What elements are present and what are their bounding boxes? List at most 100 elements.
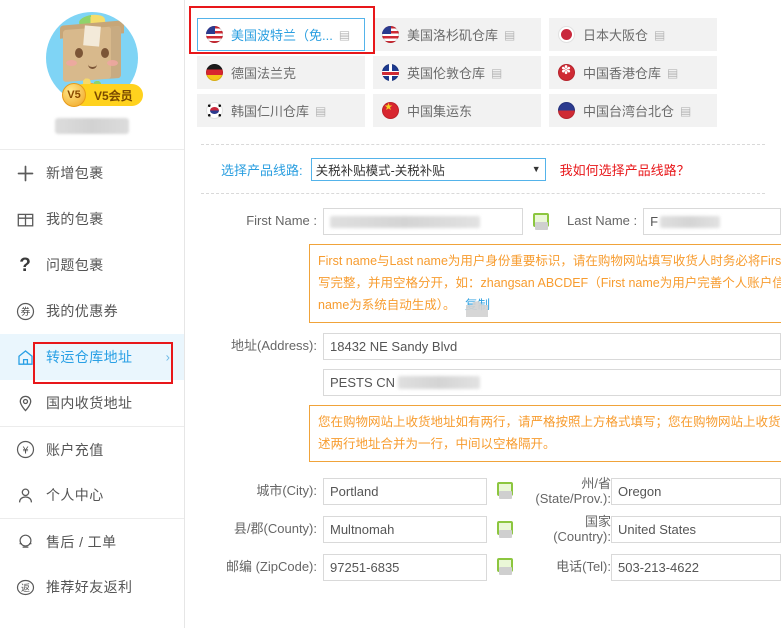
warehouse-tab-us-portland[interactable]: 美国波特兰（免... ▤ xyxy=(197,18,365,51)
warehouse-tab-label: 日本大阪仓 xyxy=(583,28,649,43)
address-label: 地址(Address): xyxy=(231,338,317,354)
avatar-eye-left xyxy=(75,48,83,58)
sidebar-item-after-sales[interactable]: 售后 / 工单 xyxy=(0,518,184,564)
country-label: 国家(Country): xyxy=(553,514,611,544)
warehouse-tab-label: 美国洛杉矶仓库 xyxy=(407,28,499,43)
state-label: 州/省 (State/Prov.): xyxy=(535,476,611,506)
sidebar-item-label: 个人中心 xyxy=(46,487,104,503)
zipcode-input[interactable]: 97251-6835 xyxy=(323,553,487,581)
plus-icon xyxy=(14,162,36,184)
last-name-label: Last Name : xyxy=(567,213,638,229)
warehouse-tab-cn-consolidation[interactable]: 中国集运东 xyxy=(373,94,541,127)
product-line-help-link[interactable]: 我如何选择产品线路？ xyxy=(560,160,690,179)
warehouse-tab-label: 英国伦敦仓库 xyxy=(407,66,486,81)
vip-coin-icon: V5 xyxy=(62,83,86,107)
book-icon[interactable]: ▤ xyxy=(491,66,502,80)
first-name-label: First Name : xyxy=(246,213,317,229)
state-input[interactable]: Oregon xyxy=(611,477,781,505)
sidebar-item-label: 账户充值 xyxy=(46,441,104,458)
address-line1-value: 18432 NE Sandy Blvd xyxy=(330,339,458,354)
sidebar-item-warehouse-address[interactable]: 转运仓库地址 › xyxy=(0,334,184,380)
main-content: 美国波特兰（免... ▤ 美国洛杉矶仓库 ▤ 日本大阪仓 ▤ 德国法兰克 英国伦… xyxy=(185,0,781,628)
warehouse-tab-cn-hongkong[interactable]: 中国香港仓库 ▤ xyxy=(549,56,717,89)
last-name-group: Last Name : F xyxy=(567,208,781,235)
sidebar-item-new-package[interactable]: 新增包裹 xyxy=(0,150,184,196)
flag-kr-icon xyxy=(206,102,223,119)
avatar-wrapper[interactable]: V5 V5会员 xyxy=(46,12,143,107)
address-row-1: 地址(Address): 18432 NE Sandy Blvd xyxy=(185,333,781,360)
chevron-down-icon: ▼ xyxy=(531,164,541,174)
sidebar-item-my-packages[interactable]: 我的包裹 xyxy=(0,196,184,242)
warehouse-tab-label: 美国波特兰（免... xyxy=(231,28,333,43)
svg-text:返: 返 xyxy=(20,582,29,594)
sidebar-item-label: 新增包裹 xyxy=(46,165,104,181)
address-line2-redacted-value xyxy=(398,376,481,389)
sidebar-item-label: 推荐好友返利 xyxy=(46,579,133,595)
sidebar-item-problem-packages[interactable]: ? 问题包裹 xyxy=(0,242,184,288)
username-redacted xyxy=(55,118,129,134)
tel-input[interactable]: 503-213-4622 xyxy=(611,553,781,581)
copy-icon[interactable] xyxy=(495,520,513,539)
address-line2-value: PESTS CN xyxy=(330,375,396,390)
divider-below-line xyxy=(201,193,765,194)
book-icon[interactable]: ▤ xyxy=(504,28,515,42)
sidebar-item-label: 转运仓库地址 xyxy=(46,349,133,365)
warehouse-tab-kr-incheon[interactable]: 韩国仁川仓库 ▤ xyxy=(197,94,365,127)
address-line1-input[interactable]: 18432 NE Sandy Blvd xyxy=(323,333,781,360)
book-icon[interactable]: ▤ xyxy=(654,28,665,42)
sidebar-item-account-recharge[interactable]: ¥ 账户充值 xyxy=(0,426,184,472)
first-name-input[interactable] xyxy=(323,208,524,235)
county-input[interactable]: Multnomah xyxy=(323,516,487,544)
vip-badge: V5 V5会员 xyxy=(62,83,143,107)
avatar-cheek-right xyxy=(107,60,118,66)
book-icon[interactable]: ▤ xyxy=(667,66,678,80)
first-name-redacted-value xyxy=(330,215,480,228)
copy-icon[interactable] xyxy=(531,212,550,231)
sidebar-item-referral-rebate[interactable]: 返 推荐好友返利 xyxy=(0,564,184,610)
copy-icon[interactable] xyxy=(495,558,513,576)
state-group: 州/省 (State/Prov.): Oregon xyxy=(531,476,781,506)
country-value: United States xyxy=(618,522,697,538)
warehouse-tab-tw-taipei[interactable]: 中国台湾台北仓 ▤ xyxy=(549,94,717,127)
zip-tel-row: 邮编 (ZipCode): 97251-6835 电话(Tel): 503-21… xyxy=(185,553,781,581)
warehouse-tab-de-frankfurt[interactable]: 德国法兰克 xyxy=(197,56,365,89)
book-icon[interactable]: ▤ xyxy=(680,104,691,118)
sidebar-item-personal-center[interactable]: 个人中心 xyxy=(0,472,184,518)
warning-line-1: 您在购物网站上收货地址如有两行，请严格按照上方格式填写；您在购物网站上收货地址 xyxy=(318,415,781,429)
flag-hk-icon xyxy=(558,64,575,81)
sidebar: V5 V5会员 新增包裹 我的包裹 ? 问题包裹 券 我的优惠券 转运仓库地址 … xyxy=(0,0,185,628)
address-line2-input[interactable]: PESTS CN xyxy=(323,369,781,396)
rebate-icon: 返 xyxy=(14,576,36,598)
flag-cn-icon xyxy=(382,102,399,119)
warehouse-tab-list: 美国波特兰（免... ▤ 美国洛杉矶仓库 ▤ 日本大阪仓 ▤ 德国法兰克 英国伦… xyxy=(185,0,781,132)
city-input[interactable]: Portland xyxy=(323,477,487,505)
avatar-box-flap xyxy=(83,25,101,47)
flag-us-icon xyxy=(382,26,399,43)
county-value: Multnomah xyxy=(330,522,395,538)
country-input[interactable]: United States xyxy=(611,516,781,544)
warehouse-tab-jp-osaka[interactable]: 日本大阪仓 ▤ xyxy=(549,18,717,51)
last-name-input[interactable]: F xyxy=(643,208,781,235)
flag-jp-icon xyxy=(558,26,575,43)
tel-value: 503-213-4622 xyxy=(618,559,699,575)
tel-group: 电话(Tel): 503-213-4622 xyxy=(531,553,781,581)
sidebar-item-label: 我的优惠券 xyxy=(46,303,118,319)
flag-uk-icon xyxy=(382,64,399,81)
copy-icon[interactable] xyxy=(495,482,513,500)
city-value: Portland xyxy=(330,483,379,499)
sidebar-item-my-coupons[interactable]: 券 我的优惠券 xyxy=(0,288,184,334)
page-root: V5 V5会员 新增包裹 我的包裹 ? 问题包裹 券 我的优惠券 转运仓库地址 … xyxy=(0,0,781,628)
book-icon[interactable]: ▤ xyxy=(339,28,350,42)
warehouse-tab-label: 中国集运东 xyxy=(407,104,473,119)
copy-name-link[interactable]: 复制 xyxy=(465,298,490,317)
warehouse-tab-uk-london[interactable]: 英国伦敦仓库 ▤ xyxy=(373,56,541,89)
warehouse-home-icon xyxy=(14,346,36,368)
sidebar-item-domestic-address[interactable]: 国内收货地址 xyxy=(0,380,184,426)
question-mark-icon: ? xyxy=(19,254,31,276)
sidebar-item-label: 问题包裹 xyxy=(46,257,104,273)
book-icon[interactable]: ▤ xyxy=(315,104,326,118)
product-line-select[interactable]: 关税补贴模式-关税补贴 ▼ xyxy=(310,157,546,181)
address-form: First Name : Last Name : F First name与La… xyxy=(185,208,781,581)
warehouse-tab-us-losangeles[interactable]: 美国洛杉矶仓库 ▤ xyxy=(373,18,541,51)
address-format-warning: 您在购物网站上收货地址如有两行，请严格按照上方格式填写；您在购物网站上收货地址 … xyxy=(309,405,781,462)
